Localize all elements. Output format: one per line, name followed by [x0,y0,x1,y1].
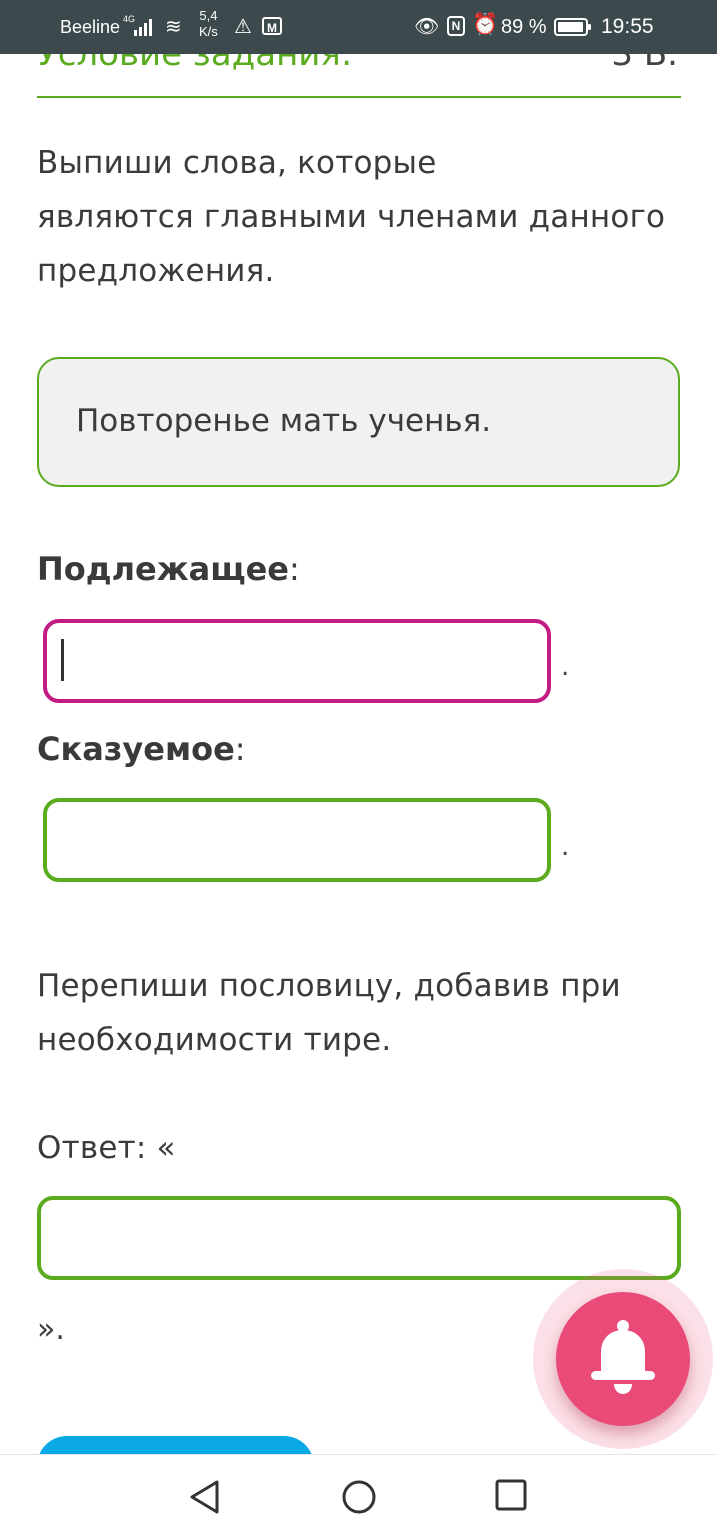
predicate-label: Сказуемое: [37,730,246,768]
subject-label: Подлежащее: [37,550,300,588]
eye-icon: 👁 [414,16,440,38]
status-bar: Beeline 4G ≋ 5,4 K/s ⚠ M 👁 N ⏰ 89 % 19:5… [0,0,717,54]
instruction-2: Перепиши пословицу, добавив при необходи… [37,959,621,1067]
home-icon[interactable] [341,1479,377,1515]
subject-label-text: Подлежащее [37,550,289,588]
nfc-icon: N [447,16,465,36]
back-icon[interactable] [187,1479,223,1515]
subject-period: . [561,652,570,682]
predicate-label-colon: : [234,730,246,768]
answer-prefix: Ответ: « [37,1130,176,1166]
navigation-bar [0,1454,717,1537]
instruction-1-line-1: Выпиши слова, которые [37,145,437,181]
app-m-icon: M [262,17,282,35]
network-speed: 5,4 K/s [199,8,218,40]
subject-input[interactable] [43,619,551,703]
speed-value: 5,4 [199,8,218,23]
proverb-answer-input[interactable] [37,1196,681,1280]
wifi-icon: ≋ [165,16,182,38]
predicate-period: . [561,832,570,862]
text-cursor [61,639,64,681]
battery-percent: 89 % [501,16,547,38]
battery-icon [554,18,591,36]
warning-icon: ⚠ [234,16,252,38]
instruction-1: Выпиши слова, которые являются главными … [37,136,665,298]
instruction-2-line-2: необходимости тире. [37,1022,392,1058]
carrier-name: Beeline [60,17,121,37]
subject-label-colon: : [288,550,300,588]
predicate-label-text: Сказуемое [37,730,235,768]
recent-apps-icon[interactable] [495,1479,527,1511]
speed-unit: K/s [199,24,218,39]
alarm-icon: ⏰ [472,13,499,36]
clock: 19:55 [601,15,654,38]
sentence-text: Повторенье мать ученья. [76,403,492,439]
header-divider [37,96,681,98]
answer-suffix: ». [37,1312,65,1347]
predicate-input[interactable] [43,798,551,882]
instruction-2-line-1: Перепиши пословицу, добавив при [37,968,621,1004]
sentence-box: Повторенье мать ученья. [37,357,680,487]
instruction-1-line-2: являются главными членами данного [37,199,666,235]
signal-icon [134,19,152,36]
instruction-1-line-3: предложения. [37,253,275,289]
notification-bell-button[interactable] [556,1292,690,1426]
bell-icon [591,1320,655,1394]
